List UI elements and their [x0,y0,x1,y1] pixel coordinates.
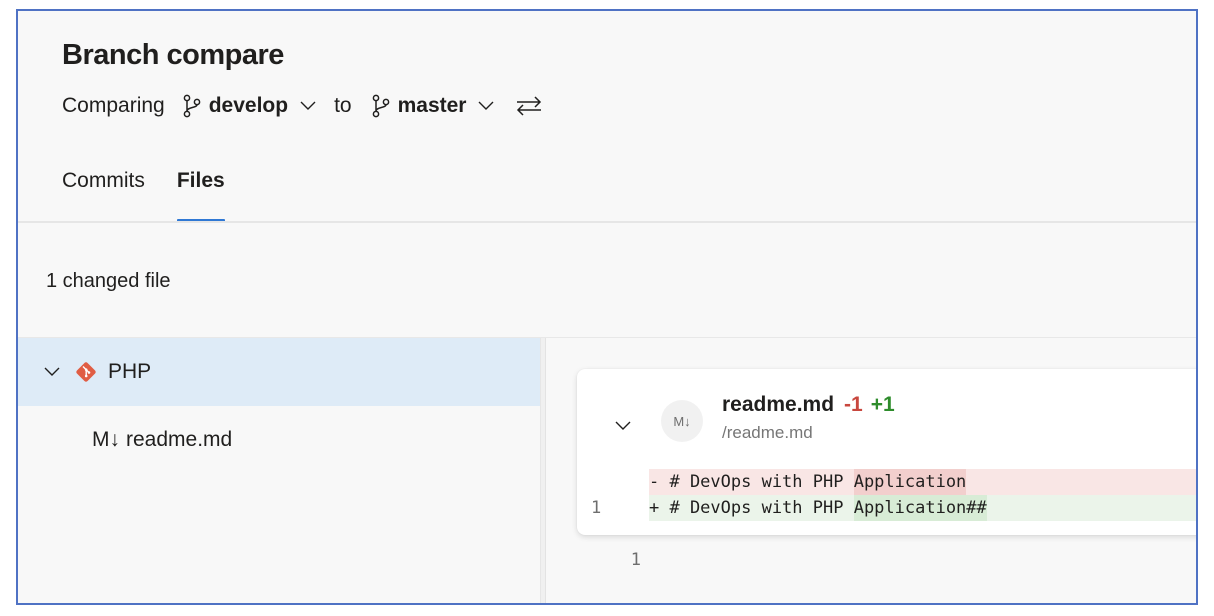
chevron-down-icon[interactable] [615,421,631,431]
markdown-icon: M↓ [661,400,703,442]
source-branch-name: develop [208,94,289,117]
git-branch-icon [183,94,201,118]
tab-commits[interactable]: Commits [62,161,145,222]
to-label: to [334,94,352,117]
file-diff-card: M↓ readme.md -1 +1 /readme.md 1 - # DevOps… [577,369,1196,570]
tree-file-readme[interactable]: M↓ readme.md [18,406,540,474]
changed-files-summary: 1 changed file [46,270,171,292]
chevron-down-icon[interactable] [44,367,60,377]
file-diff-header[interactable]: M↓ readme.md -1 +1 /readme.md [577,369,1196,465]
header-divider [18,221,1196,223]
comparing-label: Comparing [62,94,165,117]
branch-compare-selector: Comparing develop to master [62,89,542,123]
source-branch-dropdown[interactable]: develop [183,94,334,118]
tab-files[interactable]: Files [176,161,225,222]
target-branch-name: master [397,94,467,117]
swap-arrows-icon[interactable] [516,96,542,116]
diff-code-text: - # DevOps with PHP [649,472,854,492]
tree-file-name: readme.md [126,428,233,451]
target-branch-dropdown[interactable]: master [372,94,513,118]
chevron-down-icon [478,101,494,110]
tab-bar: Commits Files [62,161,257,222]
diff-file-path: /readme.md [722,423,813,442]
diff-code-highlight: Application [853,469,967,495]
diff-line-added: 1 + # DevOps with PHP Application## [577,495,1196,570]
diff-lines: 1 - # DevOps with PHP Application 1 + # … [577,469,1196,570]
diff-file-title: readme.md -1 +1 [722,393,895,417]
page-title: Branch compare [62,39,284,71]
diff-code-text: + # DevOps with PHP [649,498,854,518]
page-frame: Branch compare Comparing develop to mast… [16,9,1198,605]
tree-folder-name: PHP [108,360,152,383]
git-repo-icon [76,362,96,382]
file-tree: PHP M↓ readme.md [18,338,540,603]
diff-code: + # DevOps with PHP Application## [649,495,1196,521]
added-count: +1 [870,393,895,416]
removed-count: -1 [844,393,863,416]
page-header: Branch compare Comparing develop to mast… [18,11,1196,222]
diff-code-highlight: Application## [853,495,987,521]
markdown-icon: M↓ [92,428,120,451]
tree-folder-php[interactable]: PHP [18,338,540,406]
diff-file-name: readme.md [722,393,835,416]
new-line-number: 1 [630,550,641,570]
diff-code: - # DevOps with PHP Application [649,469,1196,495]
diff-line-removed: 1 - # DevOps with PHP Application [577,469,1196,518]
chevron-down-icon [300,101,316,110]
diff-pane: M↓ readme.md -1 +1 /readme.md 1 - # DevOps… [546,338,1196,603]
git-branch-icon [372,94,389,118]
